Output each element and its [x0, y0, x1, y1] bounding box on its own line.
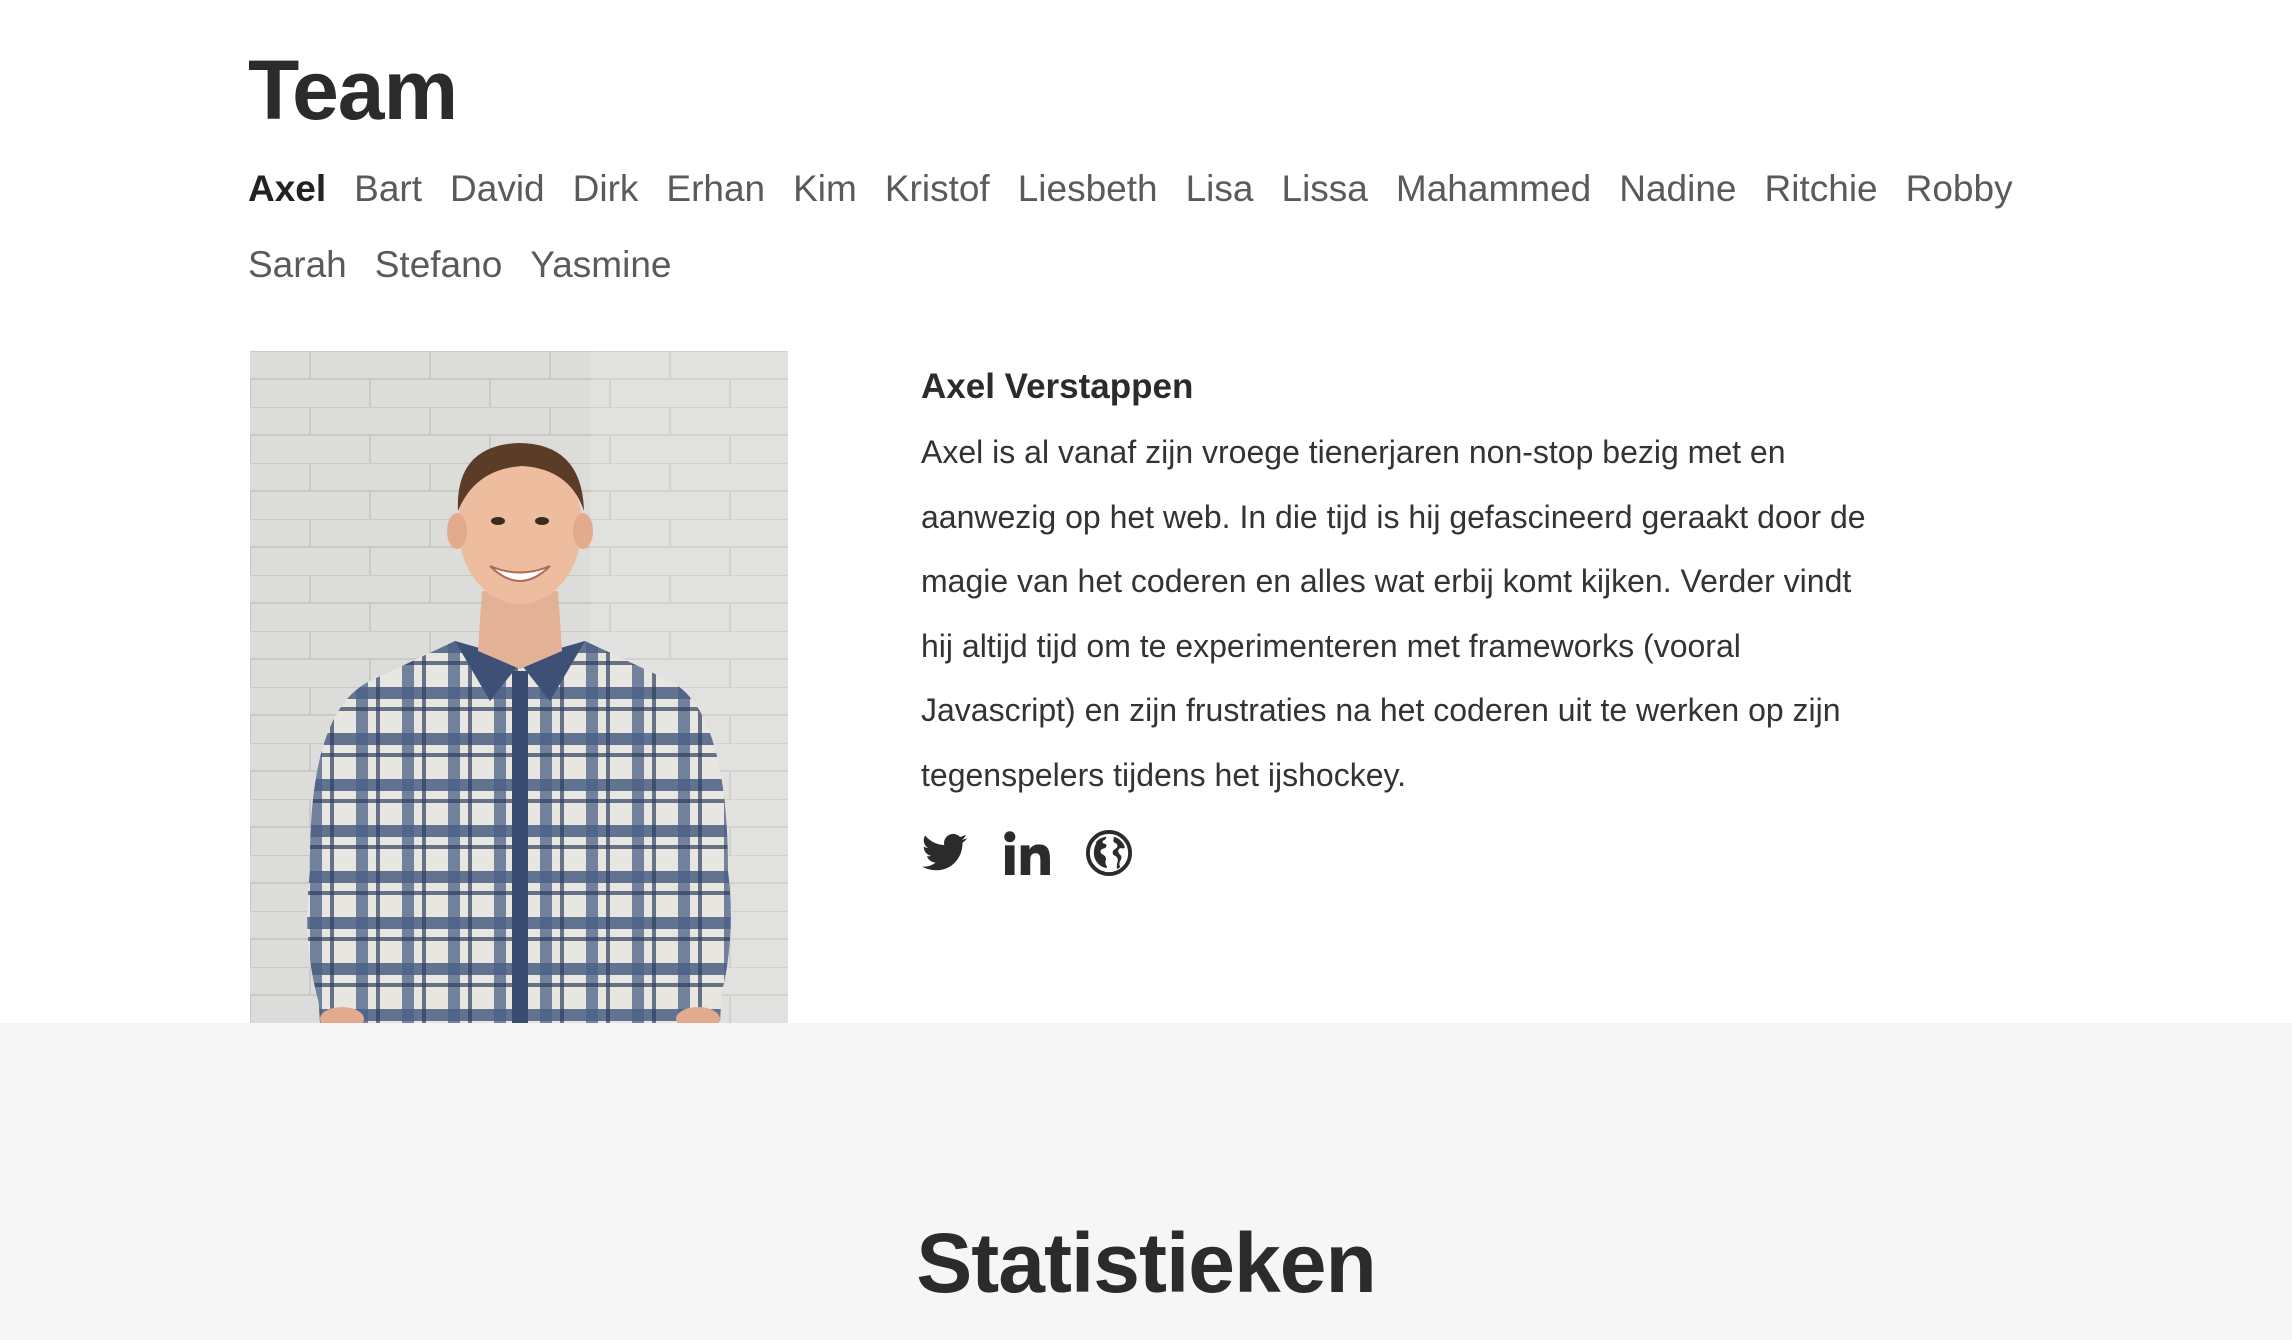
team-member-link-yasmine[interactable]: Yasmine: [530, 230, 671, 300]
team-member-link-ritchie[interactable]: Ritchie: [1765, 154, 1878, 224]
twitter-icon[interactable]: [921, 829, 969, 877]
team-member-link-robby[interactable]: Robby: [1906, 154, 2013, 224]
team-title: Team: [248, 43, 458, 137]
team-member-link-lisa[interactable]: Lisa: [1186, 154, 1254, 224]
profile-photo: [250, 351, 788, 1023]
linkedin-icon[interactable]: [1003, 829, 1051, 877]
team-member-link-nadine[interactable]: Nadine: [1619, 154, 1736, 224]
social-links: [921, 829, 1921, 877]
statistics-section: Statistieken: [0, 1023, 2292, 1340]
team-member-link-lissa[interactable]: Lissa: [1282, 154, 1368, 224]
team-member-nav: Axel Bart David Dirk Erhan Kim Kristof L…: [248, 154, 2048, 300]
profile-description: Axel is al vanaf zijn vroege tienerjaren…: [921, 434, 1866, 793]
profile-name: Axel Verstappen: [921, 367, 1194, 406]
profile-bio: Axel Verstappen Axel is al vanaf zijn vr…: [921, 362, 1921, 877]
team-member-link-kristof[interactable]: Kristof: [885, 154, 990, 224]
team-section: Team Axel Bart David Dirk Erhan Kim Kris…: [0, 0, 2292, 1023]
team-member-link-david[interactable]: David: [450, 154, 545, 224]
team-member-link-mahammed[interactable]: Mahammed: [1396, 154, 1591, 224]
globe-icon[interactable]: [1085, 829, 1133, 877]
statistics-title: Statistieken: [916, 1216, 1377, 1310]
team-member-link-stefano[interactable]: Stefano: [375, 230, 503, 300]
team-member-link-kim[interactable]: Kim: [793, 154, 857, 224]
team-member-link-axel[interactable]: Axel: [248, 154, 326, 224]
team-member-link-liesbeth[interactable]: Liesbeth: [1018, 154, 1158, 224]
team-member-link-sarah[interactable]: Sarah: [248, 230, 347, 300]
team-member-link-dirk[interactable]: Dirk: [573, 154, 639, 224]
team-member-link-bart[interactable]: Bart: [354, 154, 422, 224]
team-member-link-erhan[interactable]: Erhan: [666, 154, 765, 224]
